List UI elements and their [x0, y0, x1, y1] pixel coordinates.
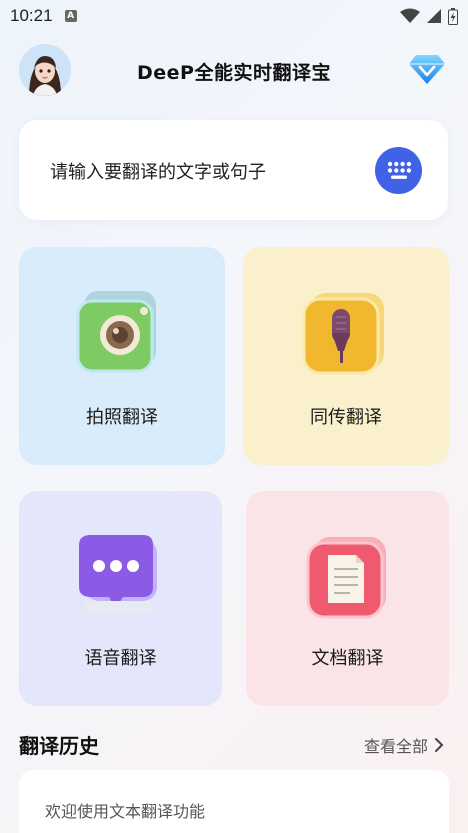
view-all-label: 查看全部 [363, 737, 428, 756]
wifi-icon [400, 8, 420, 23]
keyboard-button[interactable] [375, 147, 422, 194]
translate-input-placeholder[interactable]: 请输入要翻译的文字或句子 [50, 158, 266, 184]
view-all-link[interactable]: 查看全部 [364, 733, 444, 757]
vip-diamond-icon[interactable] [408, 52, 446, 86]
chevron-right-icon [435, 738, 444, 752]
voice-translate-card[interactable]: 语音翻译 [19, 491, 222, 706]
history-item[interactable]: 欢迎使用文本翻译功能 [45, 798, 205, 822]
document-icon [306, 537, 386, 619]
document-translate-label: 文档翻译 [311, 648, 384, 669]
status-time: 10:21 [10, 6, 53, 25]
status-indicators [400, 7, 458, 25]
status-bar: 10:21 A [0, 0, 468, 32]
translate-input-card[interactable]: 请输入要翻译的文字或句子 [19, 120, 448, 220]
simultaneous-translate-card[interactable]: 同传翻译 [243, 247, 449, 465]
photo-translate-label: 拍照翻译 [86, 407, 158, 428]
battery-icon [448, 7, 458, 25]
keyboard-icon [387, 161, 411, 179]
notification-icon: A [64, 10, 77, 22]
chat-bubble-icon [78, 535, 157, 613]
app-header: DeeP全能实时翻译宝 [0, 40, 468, 100]
camera-icon [76, 291, 156, 373]
simultaneous-translate-label: 同传翻译 [310, 407, 382, 428]
photo-translate-card[interactable]: 拍照翻译 [19, 247, 225, 465]
app-title: DeeP全能实时翻译宝 [137, 62, 331, 84]
voice-translate-label: 语音翻译 [84, 648, 157, 669]
history-title: 翻译历史 [19, 734, 99, 758]
signal-icon [427, 9, 441, 23]
microphone-icon [302, 293, 384, 375]
history-list: 欢迎使用文本翻译功能 [19, 770, 449, 833]
document-translate-card[interactable]: 文档翻译 [246, 491, 449, 706]
